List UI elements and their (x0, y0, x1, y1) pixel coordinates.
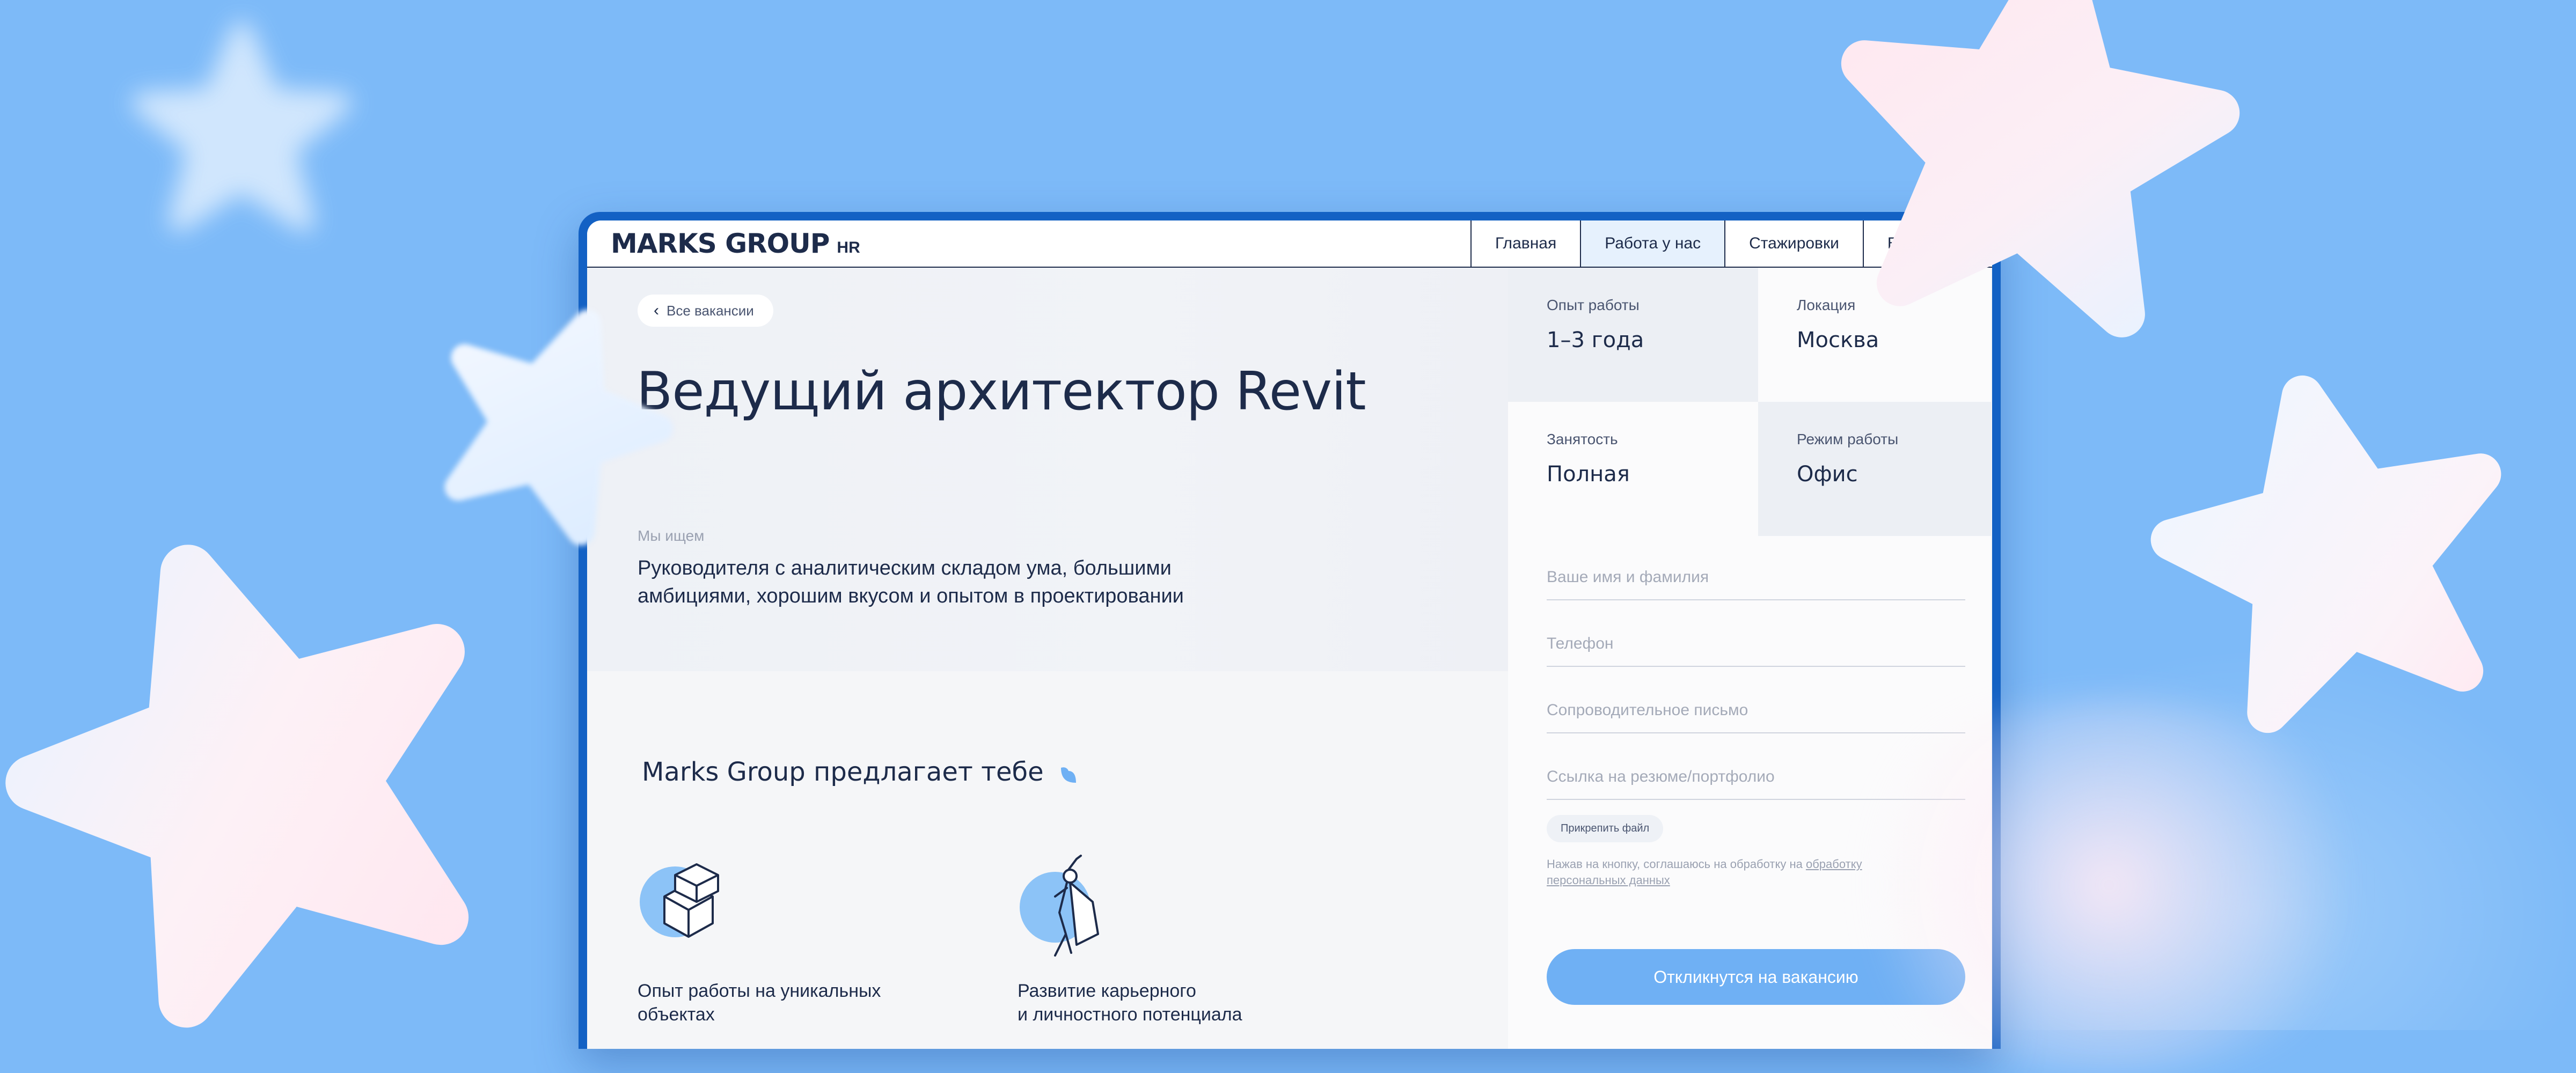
blurred-star-decoration (129, 21, 354, 236)
logo[interactable]: MARKS GROUP HR (611, 230, 860, 257)
offers-title: Marks Group предлагает тебе (642, 757, 1044, 787)
nav-item-home[interactable]: Главная (1470, 221, 1580, 267)
fact-label: Опыт работы (1547, 297, 1640, 313)
star-decoration-top-right (1792, 0, 2275, 337)
fact-label: Режим работы (1797, 431, 1899, 447)
offer-item-objects: Опыт работы на уникальных объектах (638, 854, 960, 1026)
fact-employment: Занятость Полная (1508, 402, 1758, 536)
fact-experience: Опыт работы 1–3 года (1508, 268, 1758, 402)
superhero-icon (1018, 854, 1114, 961)
phone-input[interactable] (1547, 635, 1965, 653)
star-decoration-left (5, 515, 483, 1028)
browser-window: MARKS GROUP HR Главная Работа у нас Стаж… (579, 212, 2001, 1049)
fact-work-mode: Режим работы Офис (1758, 402, 1991, 536)
page-screen: MARKS GROUP HR Главная Работа у нас Стаж… (587, 221, 1992, 1049)
offers-heading: Marks Group предлагает тебе (642, 757, 1079, 787)
fact-value: Москва (1797, 328, 1879, 352)
offer-text: Развитие карьерного и личностного потенц… (1018, 981, 1242, 1025)
logo-subtitle: HR (837, 239, 860, 256)
fact-value: Полная (1547, 462, 1630, 487)
page-title: Ведущий архитектор Revit (636, 361, 1366, 422)
offer-text: Опыт работы на уникальных объектах (638, 981, 881, 1025)
star-decoration-right (2150, 375, 2517, 733)
fact-value: Офис (1797, 462, 1858, 487)
logo-text: MARKS GROUP (611, 228, 830, 259)
fact-value: 1–3 года (1547, 328, 1644, 352)
attach-file-button[interactable]: Прикрепить файл (1547, 815, 1664, 842)
star-decoration-center (440, 290, 673, 547)
building-blocks-icon (638, 854, 734, 961)
site-header: MARKS GROUP HR Главная Работа у нас Стаж… (587, 221, 1992, 268)
lookfor-text: Руководителя с аналитическим складом ума… (638, 557, 1184, 607)
cover-letter-field-wrap (1547, 667, 1965, 733)
cover-letter-input[interactable] (1547, 701, 1965, 719)
name-field-wrap (1547, 557, 1965, 600)
offer-item-growth: Развитие карьерного и личностного потенц… (1018, 854, 1340, 1026)
vacancy-hero: ‹ Все вакансии Ведущий архитектор Revit … (587, 268, 1508, 671)
haze-decoration (1814, 697, 2404, 1073)
fact-label: Занятость (1547, 431, 1618, 447)
name-input[interactable] (1547, 568, 1965, 586)
nav-item-careers[interactable]: Работа у нас (1580, 221, 1725, 267)
consent-text: Нажав на кнопку, соглашаюсь на обработку… (1547, 857, 1806, 871)
phone-field-wrap (1547, 600, 1965, 667)
heart-icon (1058, 761, 1079, 783)
all-vacancies-label: Все вакансии (667, 302, 754, 319)
